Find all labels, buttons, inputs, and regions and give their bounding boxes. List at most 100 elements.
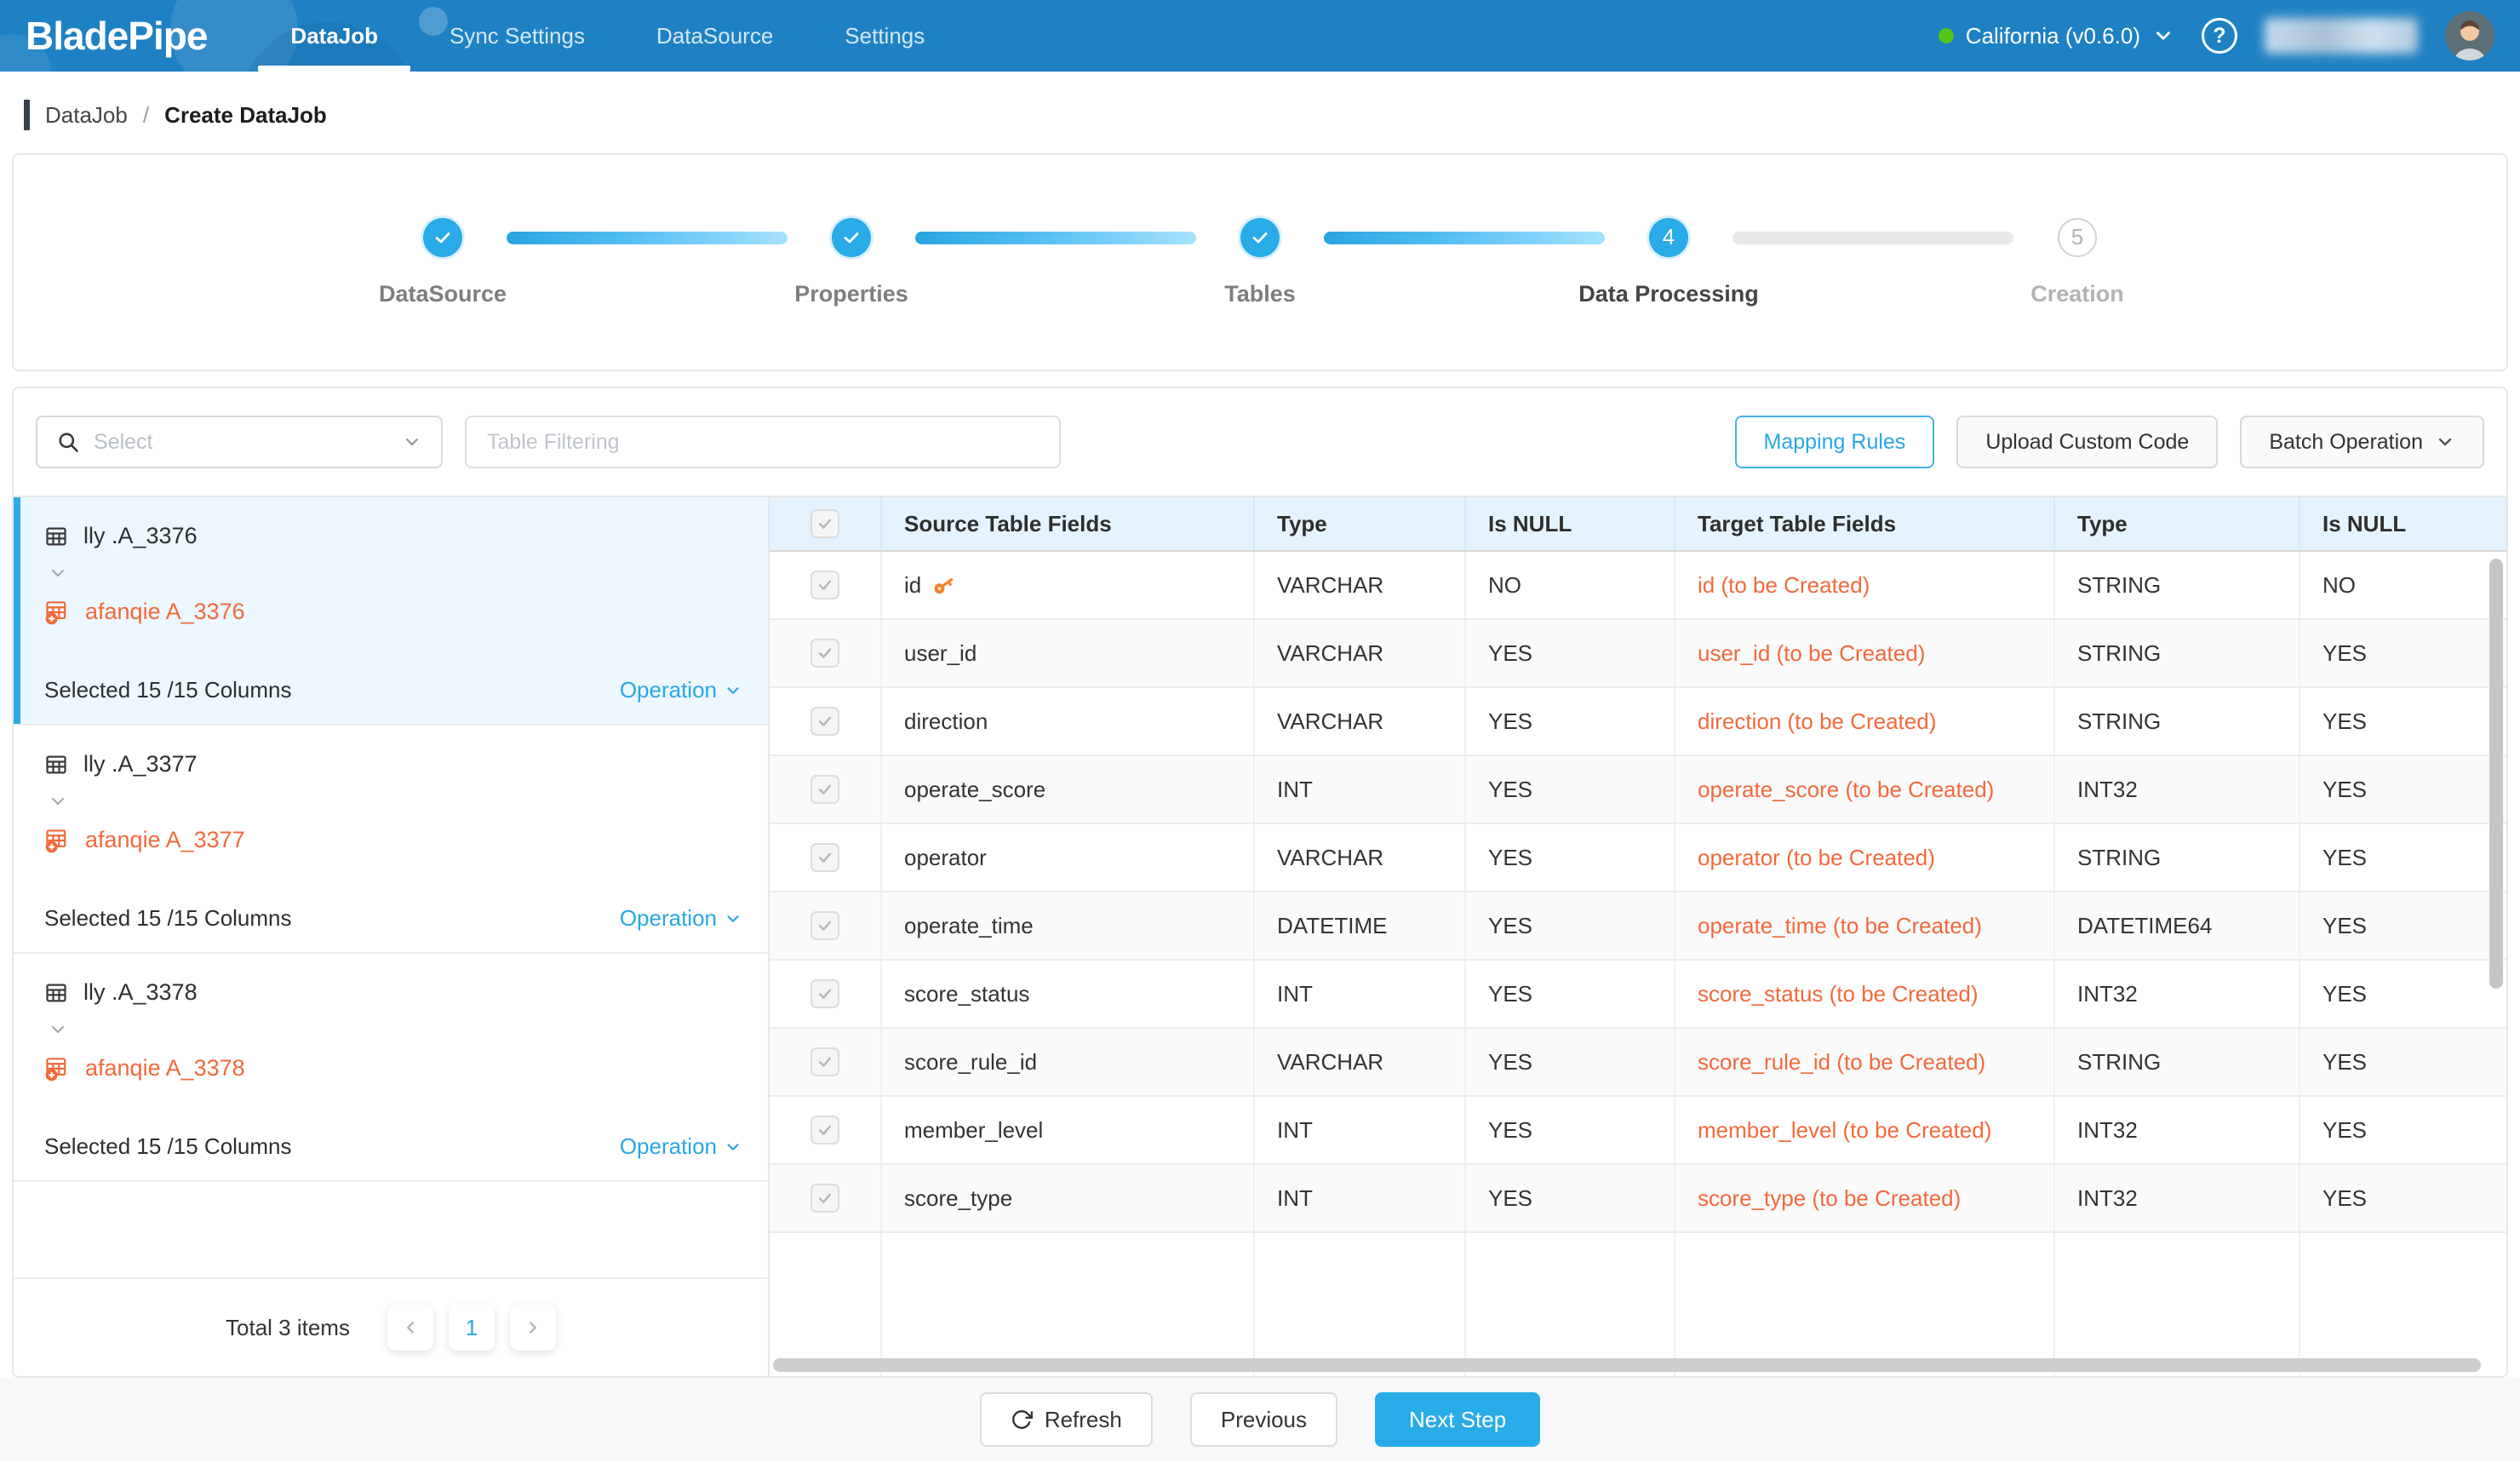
breadcrumb-parent[interactable]: DataJob xyxy=(45,102,128,129)
row-checkbox-cell xyxy=(770,756,882,823)
col-header-source-isnull: Is NULL xyxy=(1466,497,1675,550)
chevron-down-icon[interactable] xyxy=(48,791,742,812)
step-connector xyxy=(1324,232,1605,244)
source-type-cell: VARCHAR xyxy=(1255,824,1466,891)
check-icon xyxy=(816,1121,833,1139)
select-all-checkbox[interactable] xyxy=(810,509,839,538)
source-isnull-cell: YES xyxy=(1466,892,1675,959)
target-field-cell: user_id (to be Created) xyxy=(1675,620,2055,686)
table-icon xyxy=(44,525,68,548)
previous-button[interactable]: Previous xyxy=(1190,1392,1337,1447)
nav-item-datajob[interactable]: DataJob xyxy=(282,0,387,72)
row-checkbox-cell xyxy=(770,961,882,1027)
step: DataSource xyxy=(379,218,507,307)
source-field-cell: operate_score xyxy=(882,756,1255,823)
source-isnull-cell: YES xyxy=(1466,824,1675,891)
check-icon xyxy=(816,577,833,594)
chevron-down-icon[interactable] xyxy=(48,1019,742,1040)
row-checkbox[interactable] xyxy=(810,843,839,872)
main-panel: Select Mapping Rules Upload Custom Code … xyxy=(12,387,2508,1378)
help-icon[interactable]: ? xyxy=(2202,18,2237,54)
row-checkbox-cell xyxy=(770,1097,882,1163)
operation-dropdown[interactable]: Operation xyxy=(620,677,742,703)
table-row: user_id VARCHAR YES user_id (to be Creat… xyxy=(770,620,2506,688)
target-isnull-cell: YES xyxy=(2300,620,2506,686)
check-icon xyxy=(816,1053,833,1070)
vertical-scrollbar-thumb[interactable] xyxy=(2489,559,2503,989)
row-checkbox[interactable] xyxy=(810,775,839,804)
prev-page-button[interactable] xyxy=(387,1305,433,1351)
step-connector xyxy=(1732,232,2013,244)
region-selector[interactable]: California (v0.6.0) xyxy=(1939,23,2174,49)
source-table-name: lly .A_3376 xyxy=(83,523,198,549)
sidebar-items: lly .A_3376 afanqie A_3376 Selected 15 /… xyxy=(14,497,768,1182)
row-checkbox[interactable] xyxy=(810,571,839,599)
source-field-cell: operator xyxy=(882,824,1255,891)
select-dropdown[interactable]: Select xyxy=(36,416,443,468)
operation-dropdown[interactable]: Operation xyxy=(620,905,742,932)
stepper-panel: DataSource Properties Tables 4 Data Proc… xyxy=(12,153,2508,371)
nav-item-datasource[interactable]: DataSource xyxy=(648,0,782,72)
table-row: score_status INT YES score_status (to be… xyxy=(770,961,2506,1029)
pagination: Total 3 items 1 xyxy=(14,1277,768,1376)
target-field-cell: score_status (to be Created) xyxy=(1675,961,2055,1027)
row-checkbox[interactable] xyxy=(810,639,839,668)
col-header-target-type: Type xyxy=(2055,497,2300,550)
table-filter-input[interactable] xyxy=(465,416,1061,468)
source-isnull-cell: YES xyxy=(1466,756,1675,823)
source-isnull-cell: NO xyxy=(1466,552,1675,618)
source-isnull-cell: YES xyxy=(1466,1029,1675,1095)
nav-item-settings[interactable]: Settings xyxy=(836,0,933,72)
row-checkbox[interactable] xyxy=(810,1184,839,1213)
select-placeholder: Select xyxy=(94,430,388,455)
row-checkbox[interactable] xyxy=(810,1047,839,1076)
target-table-name: afanqie A_3378 xyxy=(85,1055,245,1081)
row-checkbox[interactable] xyxy=(810,911,839,940)
source-field-cell: operate_time xyxy=(882,892,1255,959)
next-step-button[interactable]: Next Step xyxy=(1375,1392,1540,1447)
source-type-cell: VARCHAR xyxy=(1255,552,1466,618)
row-checkbox-cell xyxy=(770,620,882,686)
page-number-button[interactable]: 1 xyxy=(449,1305,495,1351)
batch-operation-button[interactable]: Batch Operation xyxy=(2240,416,2484,468)
table-list-sidebar: lly .A_3376 afanqie A_3376 Selected 15 /… xyxy=(14,497,770,1376)
chevron-down-icon xyxy=(2435,432,2455,452)
refresh-button[interactable]: Refresh xyxy=(980,1392,1153,1447)
chevron-down-icon[interactable] xyxy=(48,563,742,583)
upload-custom-code-button[interactable]: Upload Custom Code xyxy=(1956,416,2218,468)
horizontal-scrollbar-thumb[interactable] xyxy=(773,1358,2481,1372)
target-field-cell: direction (to be Created) xyxy=(1675,688,2055,754)
table-icon xyxy=(44,981,68,1005)
target-table-name: afanqie A_3376 xyxy=(85,599,245,625)
check-icon xyxy=(816,713,833,730)
target-field-cell: member_level (to be Created) xyxy=(1675,1097,2055,1163)
refresh-icon xyxy=(1011,1408,1033,1431)
target-isnull-cell: NO xyxy=(2300,552,2506,618)
status-dot-icon xyxy=(1939,28,1954,43)
step-circle xyxy=(423,218,462,257)
step-label: Creation xyxy=(2030,281,2124,307)
footer-actions: Refresh Previous Next Step xyxy=(0,1378,2520,1461)
operation-dropdown[interactable]: Operation xyxy=(620,1133,742,1160)
row-checkbox[interactable] xyxy=(810,707,839,736)
target-isnull-cell: YES xyxy=(2300,1029,2506,1095)
row-checkbox-cell xyxy=(770,1029,882,1095)
sidebar-table-item[interactable]: lly .A_3376 afanqie A_3376 Selected 15 /… xyxy=(14,497,768,726)
col-header-source-field: Source Table Fields xyxy=(882,497,1255,550)
sidebar-table-item[interactable]: lly .A_3378 afanqie A_3378 Selected 15 /… xyxy=(14,954,768,1182)
sidebar-table-item[interactable]: lly .A_3377 afanqie A_3377 Selected 15 /… xyxy=(14,726,768,954)
avatar[interactable] xyxy=(2445,11,2494,60)
table-icon xyxy=(44,753,68,777)
step: Tables xyxy=(1196,218,1324,307)
step-label: Tables xyxy=(1224,281,1296,307)
target-type-cell: STRING xyxy=(2055,688,2300,754)
brand-logo: BladePipe xyxy=(26,13,207,59)
region-label: California (v0.6.0) xyxy=(1966,23,2140,49)
mapping-rules-button[interactable]: Mapping Rules xyxy=(1735,416,1935,468)
row-checkbox[interactable] xyxy=(810,979,839,1008)
username-redacted xyxy=(2265,18,2418,54)
step: 5 Creation xyxy=(2013,218,2141,307)
nav-item-sync-settings[interactable]: Sync Settings xyxy=(441,0,593,72)
row-checkbox[interactable] xyxy=(810,1116,839,1144)
next-page-button[interactable] xyxy=(510,1305,556,1351)
